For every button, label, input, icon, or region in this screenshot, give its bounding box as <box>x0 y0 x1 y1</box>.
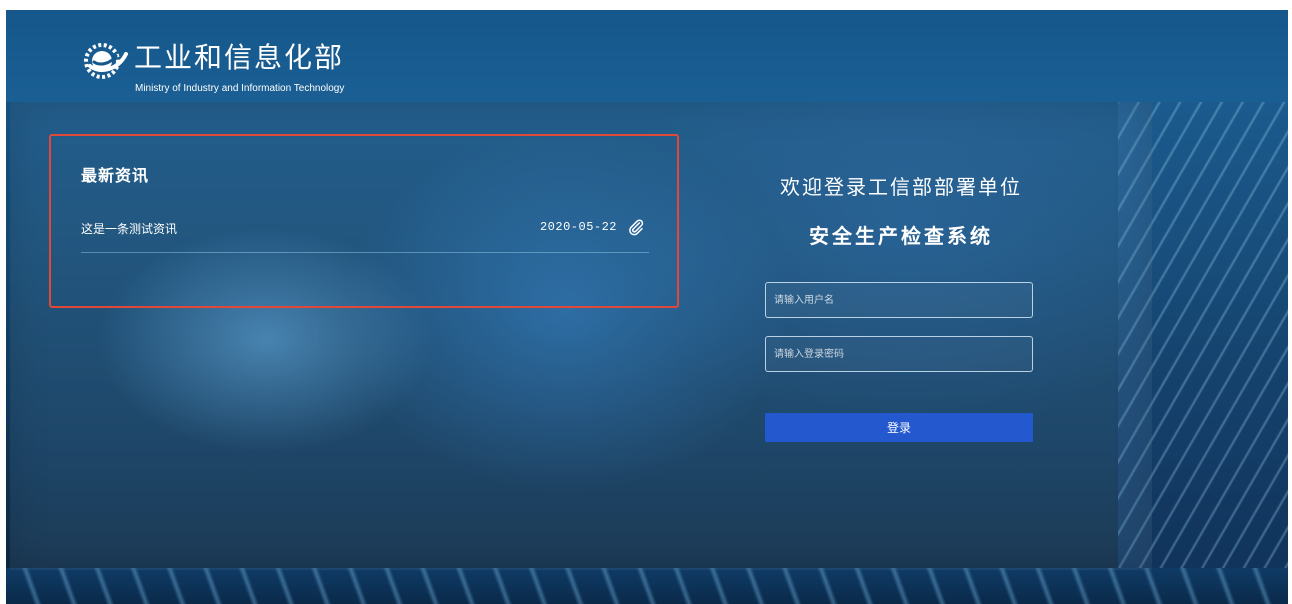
logo-title: 工业和信息化部 <box>134 41 345 74</box>
login-subtitle: 安全生产检查系统 <box>809 224 993 248</box>
news-panel: 最新资讯 这是一条测试资讯 2020-05-22 <box>49 134 679 308</box>
password-input[interactable] <box>765 336 1033 372</box>
background-bottom-decoration <box>6 568 1288 604</box>
news-title: 最新资讯 <box>81 166 150 185</box>
paperclip-icon[interactable] <box>627 218 645 236</box>
news-list-item[interactable]: 这是一条测试资讯 2020-05-22 <box>81 214 649 253</box>
username-input[interactable] <box>765 282 1033 318</box>
logo-subtitle: Ministry of Industry and Information Tec… <box>135 83 345 94</box>
login-title: 欢迎登录工信部部署单位 <box>780 175 1022 199</box>
login-button[interactable]: 登录 <box>765 413 1033 442</box>
miit-emblem-icon <box>84 43 128 79</box>
news-item-date: 2020-05-22 <box>539 220 617 234</box>
header: 工业和信息化部 Ministry of Industry and Informa… <box>6 10 1288 102</box>
login-page: 工业和信息化部 Ministry of Industry and Informa… <box>6 10 1288 604</box>
news-item-title[interactable]: 这是一条测试资讯 <box>81 220 177 237</box>
